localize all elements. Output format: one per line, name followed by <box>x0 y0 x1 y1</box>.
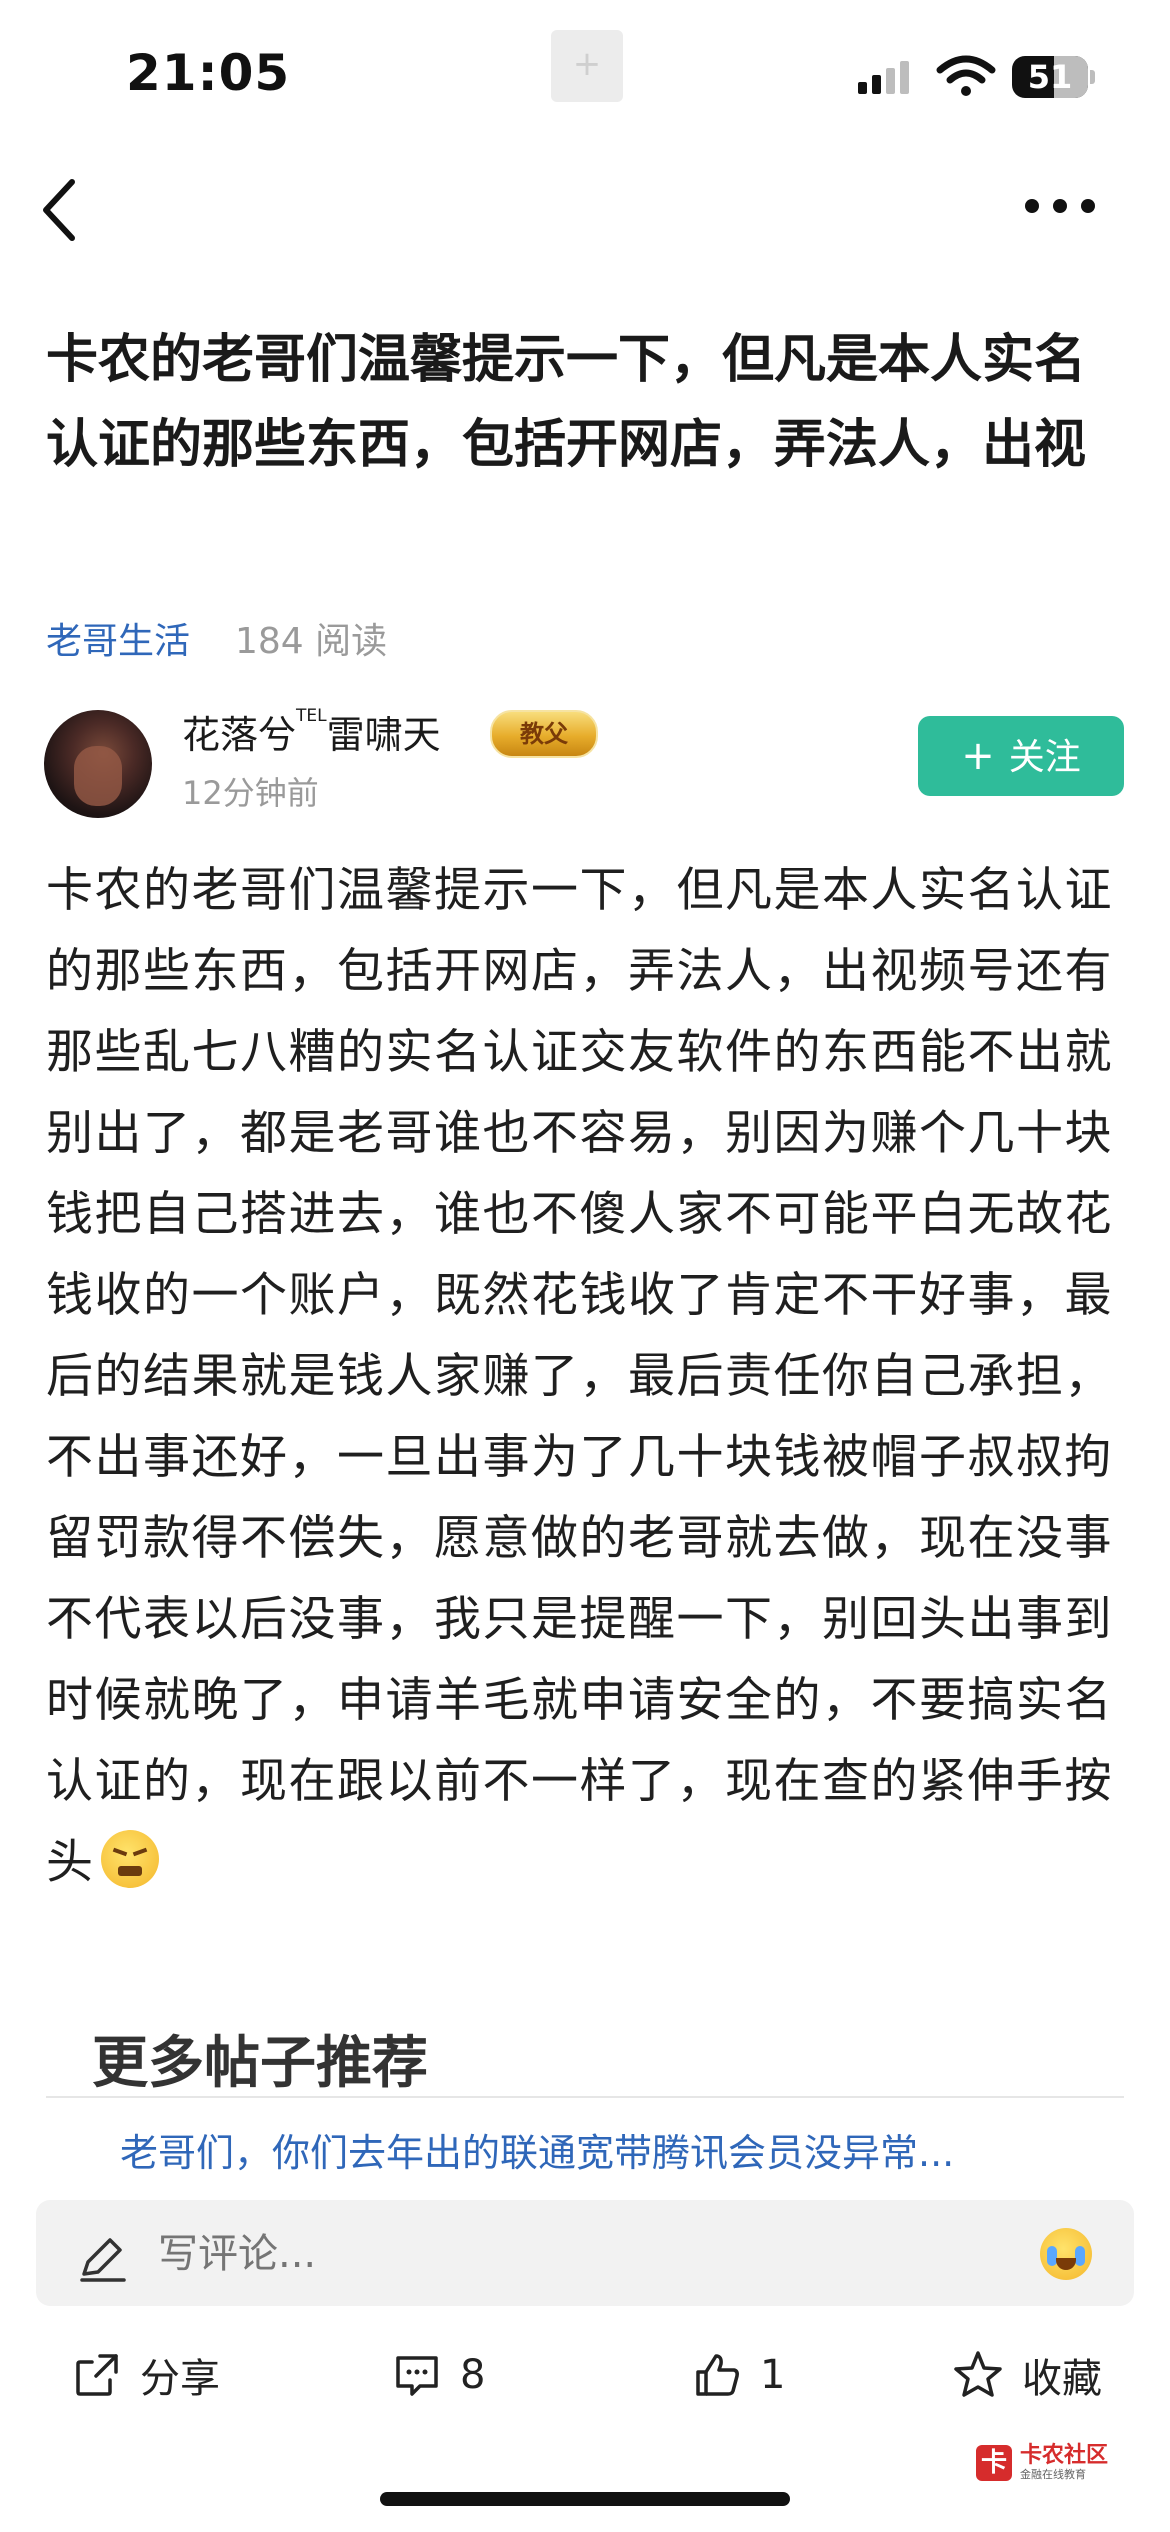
more-posts-title: 更多帖子推荐 <box>92 2031 428 2096</box>
recommended-post-link[interactable]: 老哥们，你们去年出的联通宽带腾讯会员没异常... <box>120 2122 1060 2177</box>
more-options-button[interactable] <box>1010 180 1120 240</box>
battery-icon: 51 <box>1012 56 1088 98</box>
author-name-tel: TEL <box>296 706 327 726</box>
comment-icon <box>396 2356 438 2396</box>
status-center-indicator: + <box>551 30 623 102</box>
battery-level: 51 <box>1027 58 1073 96</box>
author-avatar[interactable] <box>44 710 152 818</box>
star-icon <box>954 2351 1002 2397</box>
wifi-icon <box>936 55 996 96</box>
emoji-button[interactable] <box>1040 2228 1092 2280</box>
share-label: 分享 <box>140 2356 220 2402</box>
back-button[interactable] <box>30 170 100 250</box>
like-button[interactable]: 1 <box>690 2340 785 2410</box>
signal-icon <box>858 61 909 94</box>
chevron-left-icon <box>43 179 75 241</box>
author-badge: 教父 <box>490 710 598 758</box>
battery-nub <box>1090 70 1095 84</box>
plus-icon: + <box>961 733 995 779</box>
comment-count: 8 <box>460 2352 486 2398</box>
watermark-logo: 卡 <box>976 2445 1012 2481</box>
author-name[interactable]: 花落兮TEL雷啸天 <box>182 704 441 759</box>
follow-label: 关注 <box>1008 737 1081 778</box>
post-time: 12分钟前 <box>182 774 319 812</box>
more-dots-icon <box>1025 199 1095 213</box>
post-body: 卡农的老哥们温馨提示一下，但凡是本人实名认证的那些东西，包括开网店，弄法人，出视… <box>46 850 1126 1903</box>
author-name-prefix: 花落兮 <box>182 713 297 757</box>
status-time: 21:05 <box>126 44 291 102</box>
watermark-title: 卡农社区 <box>1020 2443 1109 2468</box>
comments-button[interactable]: 8 <box>390 2340 485 2410</box>
read-count: 184 阅读 <box>235 621 388 662</box>
favorite-label: 收藏 <box>1022 2356 1102 2402</box>
divider <box>46 2096 1124 2098</box>
sweat-emoji-icon <box>100 1830 159 1888</box>
share-button[interactable]: 分享 <box>70 2340 220 2410</box>
follow-button[interactable]: + 关注 <box>918 716 1124 796</box>
category-link[interactable]: 老哥生活 <box>46 612 190 664</box>
post-body-text: 卡农的老哥们温馨提示一下，但凡是本人实名认证的那些东西，包括开网店，弄法人，出视… <box>46 863 1113 1890</box>
watermark: 卡 卡农社区 金融在线教育 <box>976 2444 1108 2482</box>
favorite-button[interactable]: 收藏 <box>950 2340 1102 2410</box>
post-title: 卡农的老哥们温馨提示一下，但凡是本人实名认证的那些东西，包括开网店，弄法人，出视 <box>46 330 1087 475</box>
watermark-subtitle: 金融在线教育 <box>1020 2468 1086 2481</box>
comment-input[interactable] <box>156 2230 960 2278</box>
author-name-suffix: 雷啸天 <box>326 713 441 757</box>
share-icon <box>76 2354 118 2396</box>
home-indicator <box>380 2492 790 2506</box>
thumbs-up-icon <box>696 2354 739 2396</box>
pencil-icon <box>80 2238 126 2282</box>
like-count: 1 <box>760 2352 786 2398</box>
